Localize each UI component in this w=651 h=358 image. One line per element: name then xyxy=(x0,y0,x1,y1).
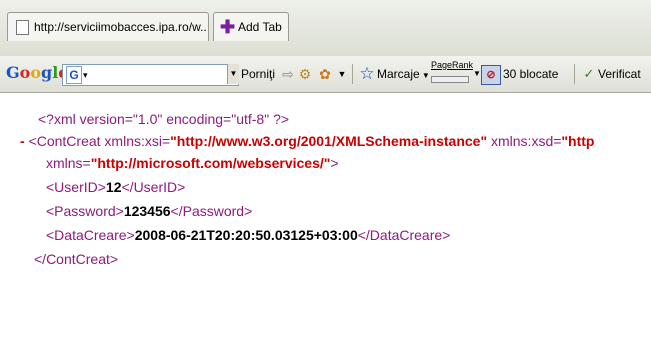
xml-datacreare: <DataCreare>2008-06-21T20:20:50.03125+03… xyxy=(46,227,451,243)
xml-viewer: <?xml version="1.0" encoding="utf-8" ?> … xyxy=(0,96,651,358)
star-icon[interactable]: ☆ xyxy=(358,65,376,83)
blocked-count[interactable]: 30 blocate xyxy=(503,63,558,85)
settings-icon[interactable]: ⚙ xyxy=(296,65,314,83)
chevron-down-icon[interactable]: ▼ xyxy=(333,65,351,83)
google-toolbar: Google G ▾ ▼ Porniţi ⇨ ⚙ ✿ ▼ ☆ Marcaje ▼… xyxy=(0,56,651,93)
google-g-icon: G xyxy=(66,66,82,84)
search-dropdown-icon[interactable]: ▼ xyxy=(227,64,239,84)
search-input[interactable]: G ▾ xyxy=(62,64,239,86)
google-logo[interactable]: Google xyxy=(6,62,68,84)
tab-page-title: http://serviciimobacces.ipa.ro/w... xyxy=(34,20,206,34)
caret-down-icon: ▾ xyxy=(83,70,88,80)
forward-icon[interactable]: ⇨ xyxy=(279,65,297,83)
xml-declaration: <?xml version="1.0" encoding="utf-8" ?> xyxy=(38,111,290,127)
popup-blocker-icon[interactable]: ⊘ xyxy=(481,65,501,85)
page-favicon-icon xyxy=(16,20,29,35)
marcaje-label: Marcaje xyxy=(377,67,420,81)
xml-root-namespace: xmlns="http://microsoft.com/webservices/… xyxy=(46,155,339,171)
collapse-toggle[interactable]: - xyxy=(20,133,25,149)
spellcheck-icon[interactable]: ✓ xyxy=(580,65,598,83)
marcaje-button[interactable]: Marcaje ▼ xyxy=(377,63,430,85)
porniti-button[interactable]: Porniţi xyxy=(241,63,275,85)
xml-userid: <UserID>12</UserID> xyxy=(46,179,186,195)
pagerank-bar xyxy=(431,76,469,83)
xml-root-close: </ContCreat> xyxy=(34,251,119,267)
add-tab-button[interactable]: ✚ Add Tab xyxy=(213,12,289,41)
xml-root-open: - <ContCreat xmlns:xsi="http://www.w3.or… xyxy=(20,133,595,149)
puzzle-icon[interactable]: ✿ xyxy=(316,65,334,83)
plus-icon: ✚ xyxy=(220,17,236,37)
xml-password: <Password>123456</Password> xyxy=(46,203,253,219)
toolbar-separator xyxy=(352,64,353,84)
tab-bar: http://serviciimobacces.ipa.ro/w... ✚ Ad… xyxy=(0,0,651,56)
spellcheck-button[interactable]: Verificat xyxy=(598,63,641,85)
add-tab-label: Add Tab xyxy=(238,20,282,34)
tab-page[interactable]: http://serviciimobacces.ipa.ro/w... xyxy=(7,12,209,41)
toolbar-separator xyxy=(574,64,575,84)
